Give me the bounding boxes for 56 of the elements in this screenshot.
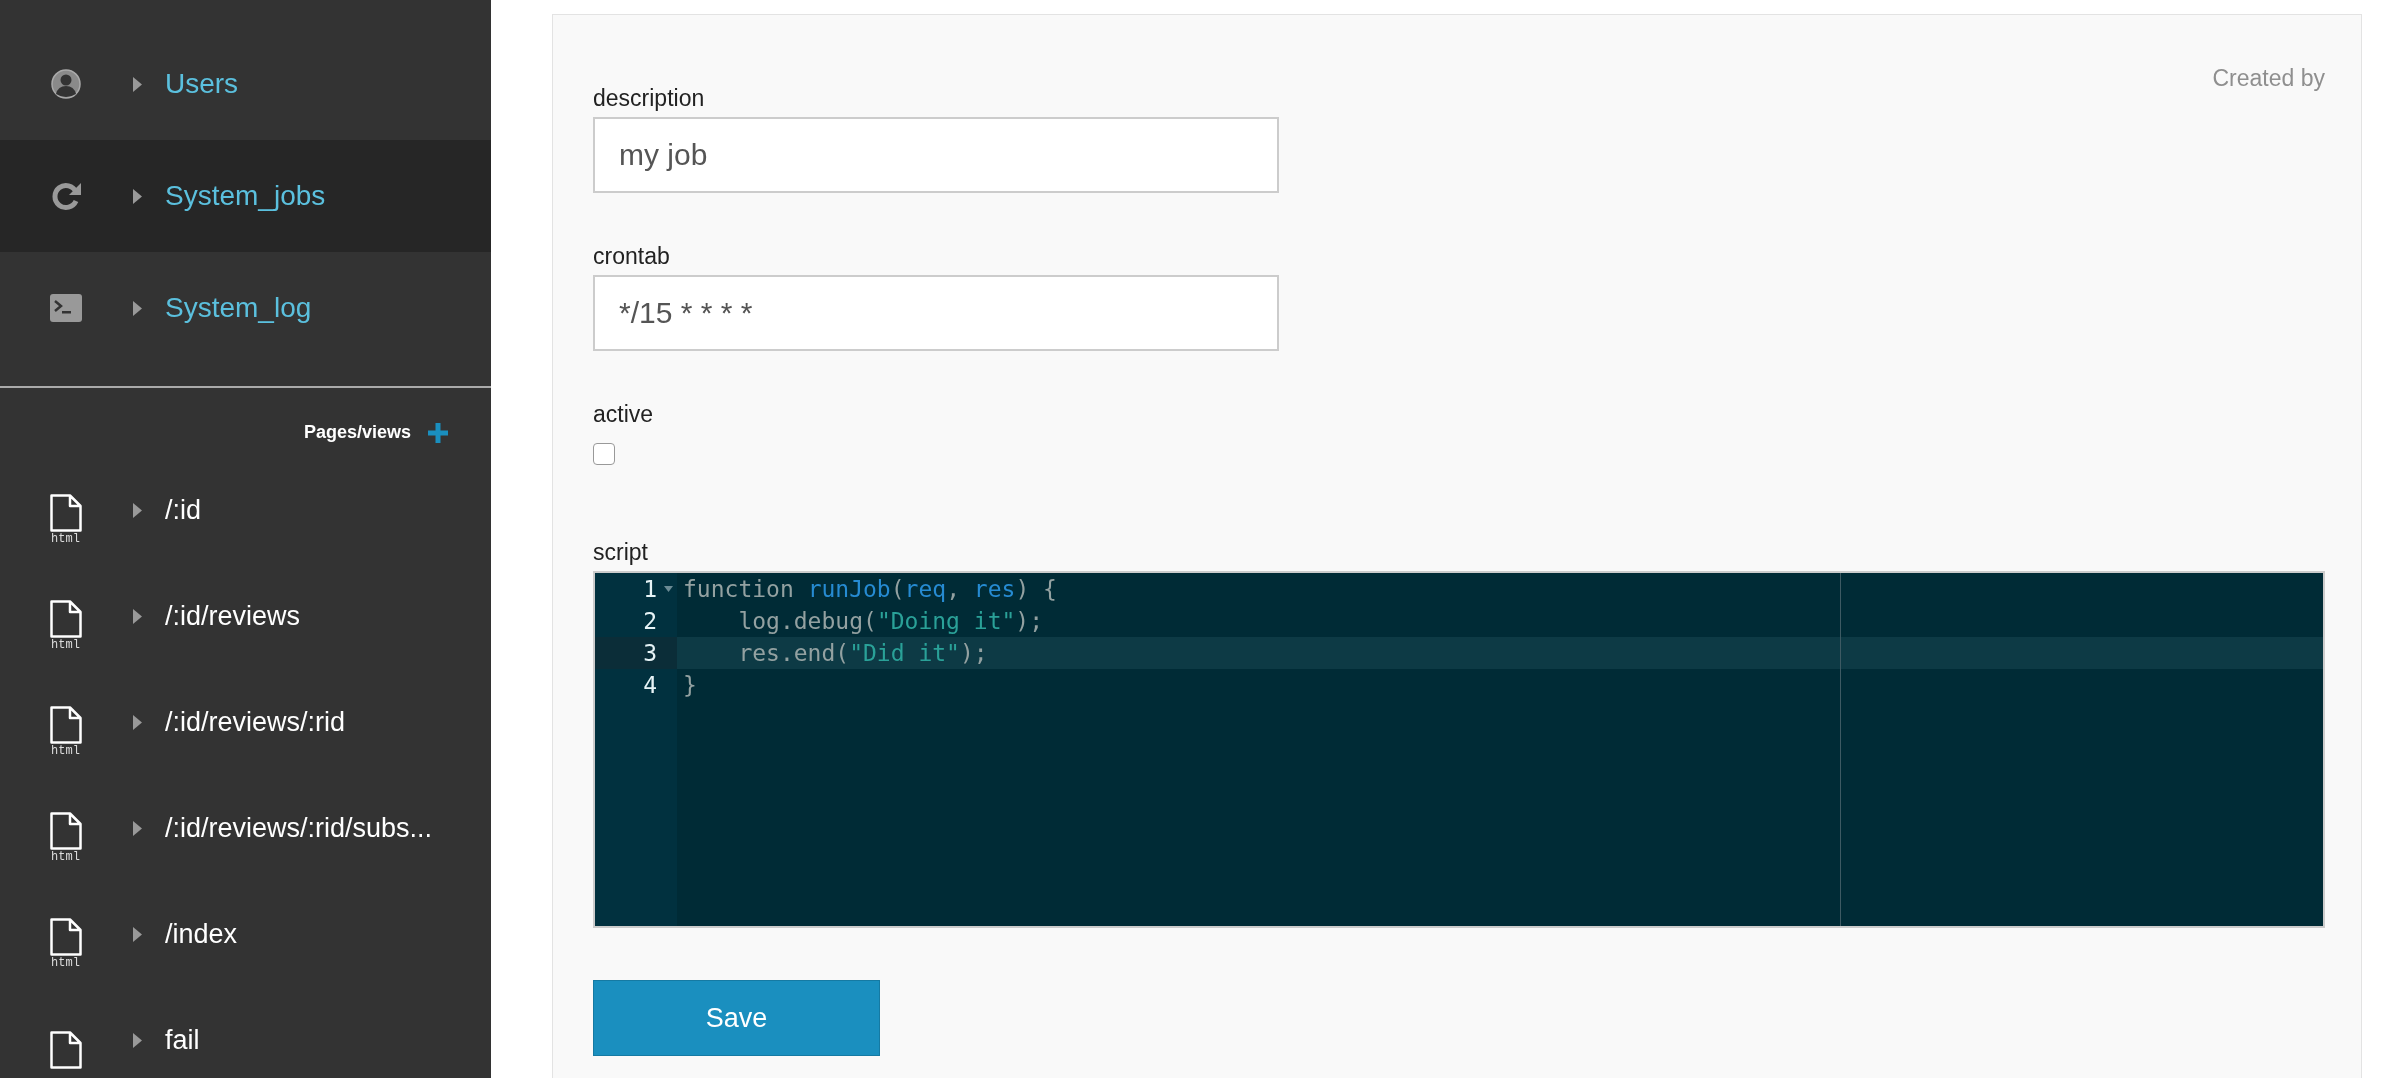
sidebar-item-label: Users (165, 68, 239, 100)
line-number: 3 (643, 640, 657, 666)
add-icon[interactable] (428, 422, 448, 443)
field-label: description (593, 84, 705, 113)
page-link[interactable]: fail (165, 1024, 200, 1056)
file-type-label: html (51, 638, 80, 652)
sidebar-item[interactable]: System_log (0, 252, 491, 364)
save-button[interactable]: Save (593, 980, 880, 1056)
page-link[interactable]: /:id (165, 494, 202, 526)
code-line: log.debug("Doing it"); (737, 608, 1044, 634)
caret-icon (133, 820, 142, 836)
line-number: 4 (643, 672, 657, 698)
section-title: Pages/views (303, 422, 411, 443)
field-label: active (593, 400, 654, 429)
text-field[interactable]: */15 * * * * (593, 275, 1279, 351)
code-editor[interactable]: 1 function runJob(req, res) { 2 log.debug("Doing it"); 3 res.end("Did it"); 4 } (593, 571, 2325, 928)
code-line: res.end("Did it"); (737, 640, 988, 666)
user-icon (50, 69, 81, 99)
page-link[interactable]: /:id/reviews (165, 600, 301, 632)
line-number: 2 (643, 608, 657, 634)
page-link[interactable]: /index (165, 918, 238, 950)
checkbox[interactable] (593, 443, 615, 465)
code-line: } (682, 672, 697, 698)
page-link[interactable]: /:id/reviews/:rid/subs... (165, 812, 433, 844)
caret-icon (133, 1032, 142, 1048)
caret-icon (133, 608, 142, 624)
text-field[interactable]: my job (593, 117, 1279, 193)
caret-icon (133, 76, 142, 92)
file-type-label: html (51, 744, 80, 758)
file-icon (49, 918, 82, 956)
sidebar-item[interactable]: Users (0, 28, 491, 140)
code-line: function runJob(req, res) { (682, 576, 1057, 602)
sidebar-item[interactable]: System_jobs (0, 140, 491, 252)
file-type-label: html (51, 532, 80, 546)
file-icon (49, 1031, 82, 1069)
file-icon (49, 706, 82, 744)
field-label: crontab (593, 242, 670, 271)
line-number: 1 (643, 576, 657, 602)
caret-icon (133, 300, 142, 316)
file-type-label: html (51, 850, 80, 864)
created-by-label: Created by (2212, 65, 2325, 92)
caret-icon (133, 714, 142, 730)
file-icon (49, 494, 82, 532)
file-type-label: html (51, 956, 80, 970)
page-link[interactable]: /:id/reviews/:rid (165, 706, 346, 738)
file-icon (49, 812, 82, 850)
fold-icon[interactable] (664, 586, 673, 592)
refresh-icon (49, 180, 82, 212)
caret-icon (133, 926, 142, 942)
terminal-icon (49, 294, 82, 322)
caret-icon (133, 188, 142, 204)
caret-icon (133, 502, 142, 518)
field-label: script (593, 538, 648, 567)
sidebar-item-label: System_jobs (165, 180, 326, 212)
file-icon (49, 600, 82, 638)
sidebar-item-label: System_log (165, 292, 312, 324)
